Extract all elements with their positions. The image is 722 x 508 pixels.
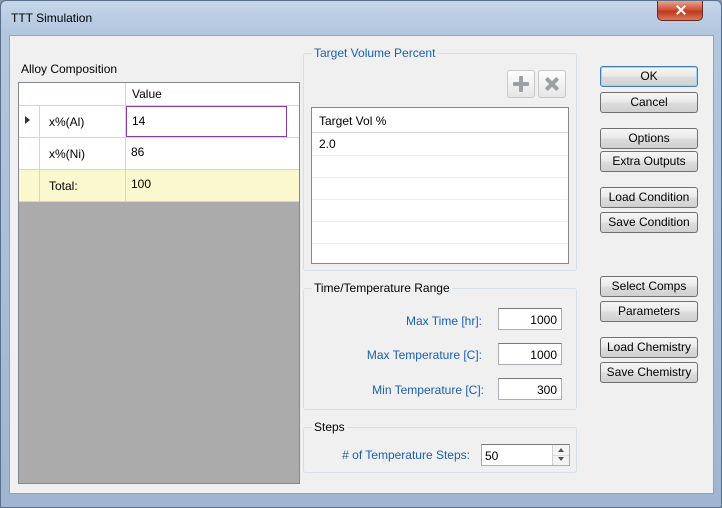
title-bar[interactable]: TTT Simulation [1,1,721,35]
value-column-header: Value [132,87,162,101]
max-time-label: Max Time [hr]: [405,314,482,328]
load-chemistry-button[interactable]: Load Chemistry [600,337,698,358]
steps-title: Steps [312,420,347,434]
stepper-spin [552,445,569,465]
list-item-empty [312,221,568,244]
dialog-client-area: Alloy Composition Value x%(Al) 14 x%(Ni)… [9,35,714,494]
close-icon[interactable] [657,1,703,21]
cancel-button[interactable]: Cancel [600,92,698,113]
plus-icon[interactable] [507,70,535,98]
min-temperature-input[interactable]: 300 [498,378,562,400]
element-name-cell: x%(Ni) [39,138,126,169]
load-condition-button[interactable]: Load Condition [600,187,698,208]
total-value-cell: 100 [131,177,152,191]
row-indicator [19,170,40,201]
save-chemistry-button[interactable]: Save Chemistry [600,362,698,383]
list-item-empty [312,243,568,266]
total-row: Total: 100 [19,170,299,202]
parameters-button[interactable]: Parameters [600,301,698,322]
table-row[interactable]: x%(Ni) 86 [19,138,299,170]
list-item[interactable]: 2.0 [312,133,568,156]
total-label-cell: Total: [39,170,126,201]
temperature-steps-label: # of Temperature Steps: [342,448,470,462]
grid-row-header-column [19,83,126,105]
list-item-empty [312,177,568,200]
min-temperature-label: Min Temperature [C]: [372,383,484,397]
alloy-composition-label: Alloy Composition [21,62,118,76]
list-item-empty [312,155,568,178]
time-temperature-title: Time/Temperature Range [312,281,452,295]
target-volume-title: Target Volume Percent [312,46,438,60]
row-indicator [19,138,40,169]
target-vol-column-header: Target Vol % [312,108,568,133]
alloy-composition-grid[interactable]: Value x%(Al) 14 x%(Ni) 86 Total: 100 [18,82,300,484]
max-time-input[interactable]: 1000 [498,308,562,330]
value-cell[interactable]: 86 [126,138,299,169]
grid-header: Value [19,83,299,106]
target-vol-list[interactable]: Target Vol % 2.0 [311,107,569,266]
table-row[interactable]: x%(Al) 14 [19,106,299,138]
chevron-down-icon[interactable] [553,455,569,465]
extra-outputs-button[interactable]: Extra Outputs [600,151,698,172]
x-icon[interactable] [538,70,566,98]
temperature-steps-stepper[interactable]: 50 [481,444,570,466]
max-temperature-label: Max Temperature [C]: [366,348,482,362]
value-cell-selected[interactable]: 14 [126,106,287,137]
save-condition-button[interactable]: Save Condition [600,212,698,233]
ok-button[interactable]: OK [600,66,698,87]
options-button[interactable]: Options [600,128,698,149]
list-item-empty [312,199,568,222]
current-row-caret-icon [25,116,30,124]
dialog-window: TTT Simulation Alloy Composition Value x… [0,0,722,508]
select-comps-button[interactable]: Select Comps [600,276,698,297]
element-name-cell: x%(Al) [39,106,126,137]
window-title: TTT Simulation [11,11,93,25]
row-indicator [19,106,40,137]
max-temperature-input[interactable]: 1000 [498,343,562,365]
